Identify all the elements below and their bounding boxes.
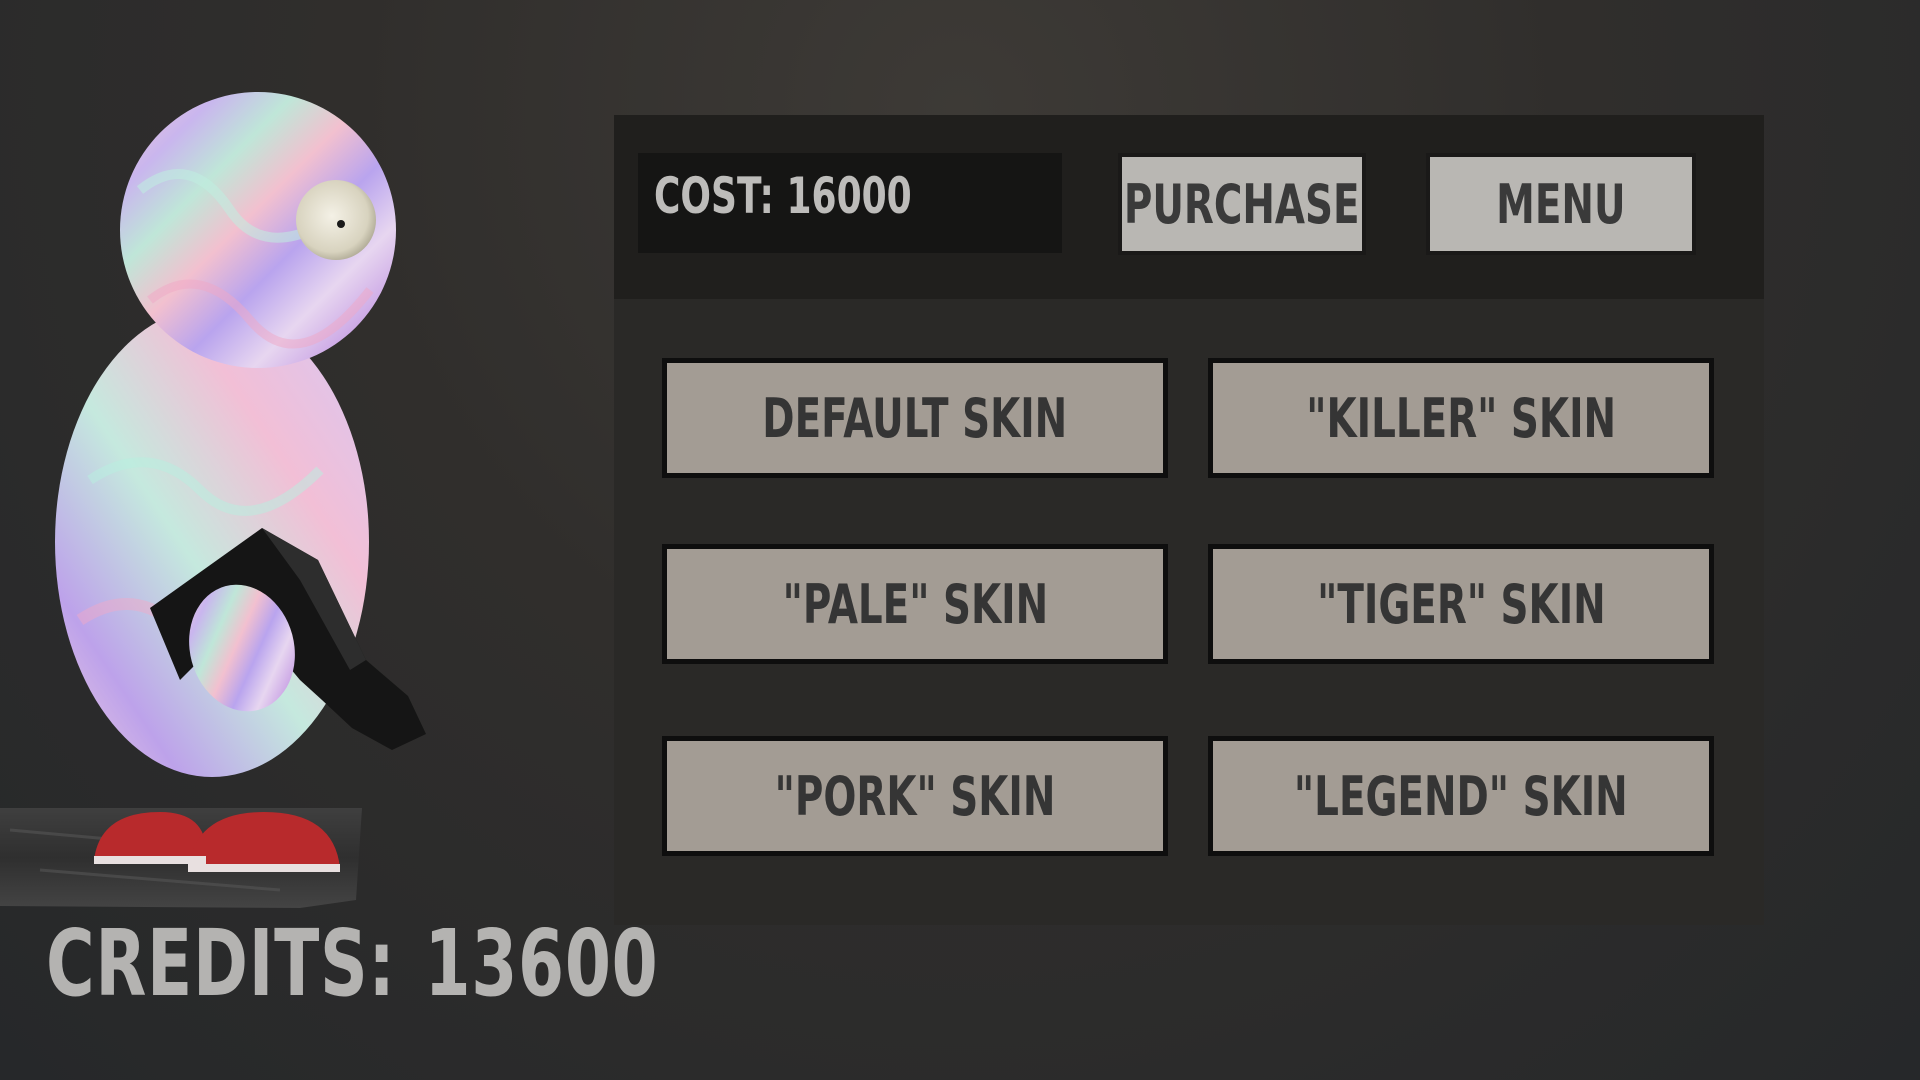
skin-button-pork[interactable]: "PORK" SKIN	[662, 736, 1168, 856]
shop-header: COST: 16000 PURCHASE MENU	[614, 115, 1764, 299]
skin-shop-screen: CREDITS: 13600 COST: 16000 PURCHASE MENU …	[0, 0, 1920, 1080]
skin-button-label: "KILLER" SKIN	[1306, 386, 1616, 450]
cost-label: COST: 16000	[654, 167, 912, 225]
skin-button-killer[interactable]: "KILLER" SKIN	[1208, 358, 1714, 478]
skin-button-label: "PALE" SKIN	[782, 572, 1048, 636]
menu-button[interactable]: MENU	[1426, 153, 1696, 255]
menu-button-label: MENU	[1496, 172, 1626, 236]
credits-display: CREDITS: 13600	[46, 918, 658, 1010]
character-preview	[0, 60, 500, 920]
skin-button-pale[interactable]: "PALE" SKIN	[662, 544, 1168, 664]
skin-button-default[interactable]: DEFAULT SKIN	[662, 358, 1168, 478]
skin-shop-panel: COST: 16000 PURCHASE MENU DEFAULT SKIN "…	[614, 115, 1764, 925]
cost-display: COST: 16000	[638, 153, 1062, 253]
skin-button-label: DEFAULT SKIN	[762, 386, 1068, 450]
skin-button-label: "TIGER" SKIN	[1316, 572, 1606, 636]
skin-button-legend[interactable]: "LEGEND" SKIN	[1208, 736, 1714, 856]
holographic-character-icon	[0, 92, 426, 908]
credits-label: CREDITS:	[46, 910, 396, 1017]
skin-button-label: "PORK" SKIN	[774, 764, 1056, 828]
skin-button-label: "LEGEND" SKIN	[1294, 764, 1628, 828]
purchase-button-label: PURCHASE	[1124, 172, 1360, 236]
skin-button-tiger[interactable]: "TIGER" SKIN	[1208, 544, 1714, 664]
purchase-button[interactable]: PURCHASE	[1118, 153, 1366, 255]
credits-value: 13600	[424, 910, 659, 1017]
